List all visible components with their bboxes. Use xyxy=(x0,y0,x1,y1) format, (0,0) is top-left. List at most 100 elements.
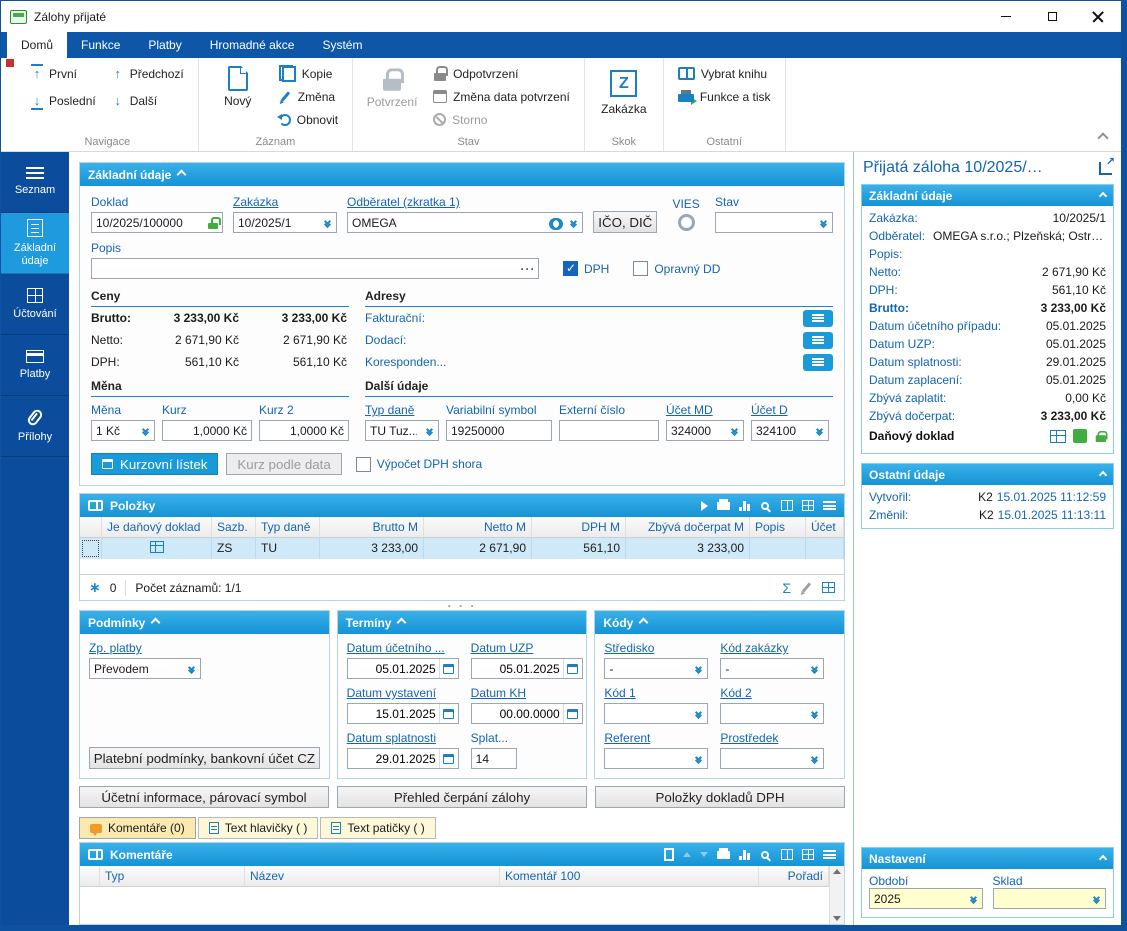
tab-platby[interactable]: Platby xyxy=(134,32,195,58)
scroll-up-icon[interactable] xyxy=(833,869,841,874)
dropdown-icon[interactable] xyxy=(806,659,823,678)
opravny-dd-checkbox-row[interactable]: Opravný DD xyxy=(633,261,720,279)
zp-platby-input[interactable] xyxy=(90,662,183,676)
kurz-podle-data-button[interactable]: Kurz podle data xyxy=(226,453,341,475)
print-icon[interactable] xyxy=(717,502,730,510)
opravny-dd-checkbox[interactable] xyxy=(633,261,648,276)
datum-splatnosti-input[interactable] xyxy=(348,752,439,766)
sum-icon[interactable]: Σ xyxy=(782,581,791,595)
kod2-input[interactable] xyxy=(721,707,806,721)
kod1-input[interactable] xyxy=(605,707,690,721)
odberatel-label[interactable]: Odběratel (zkratka 1) xyxy=(347,195,583,209)
ucetni-informace-button[interactable]: Účetní informace, párovací symbol xyxy=(79,786,329,808)
kod2-label[interactable]: Kód 2 xyxy=(720,686,824,700)
partner-link-icon[interactable] xyxy=(549,218,563,227)
mena-input[interactable] xyxy=(92,424,137,438)
storno-button[interactable]: Storno xyxy=(427,108,576,131)
datum-ucetniho-label[interactable]: Datum účetního ... xyxy=(347,641,459,655)
collapse-chevron-icon[interactable] xyxy=(1099,470,1107,478)
ucet-md-label[interactable]: Účet MD xyxy=(666,403,744,417)
column-header-komentar[interactable]: Komentář 100 xyxy=(500,866,759,887)
column-header-selector[interactable] xyxy=(80,866,100,887)
typ-dane-label[interactable]: Typ daně xyxy=(365,403,439,417)
dropdown-icon[interactable] xyxy=(421,421,438,440)
fakturacni-menu-button[interactable] xyxy=(803,310,833,327)
minimize-button[interactable] xyxy=(983,1,1029,32)
dropdown-icon[interactable] xyxy=(806,749,823,768)
collapse-chevron-icon[interactable] xyxy=(1099,191,1107,199)
dropdown-icon[interactable] xyxy=(1088,889,1105,908)
column-header-typ[interactable]: Typ xyxy=(100,866,245,887)
collapse-chevron-icon[interactable] xyxy=(1099,854,1107,862)
zakazka-button[interactable]: Z Zakázka xyxy=(593,62,655,116)
change-button[interactable]: Změna xyxy=(273,85,344,108)
move-down-icon[interactable] xyxy=(700,852,708,857)
datum-uzp-input[interactable] xyxy=(472,662,563,676)
filter-asterisk-icon[interactable]: ∗ xyxy=(89,579,101,596)
externi-cislo-input[interactable] xyxy=(560,424,658,438)
korespondencni-menu-button[interactable] xyxy=(803,354,833,371)
kod-zakazky-label[interactable]: Kód zakázky xyxy=(720,641,824,655)
popis-input[interactable] xyxy=(92,262,518,276)
zp-platby-label[interactable]: Zp. platby xyxy=(89,641,320,655)
column-header-poradi[interactable]: Pořadí xyxy=(759,866,829,887)
menu-icon[interactable] xyxy=(823,501,836,510)
tab-domu[interactable]: Domů xyxy=(7,32,67,58)
column-header-netto[interactable]: Netto M xyxy=(424,517,532,538)
kurz2-input[interactable] xyxy=(260,424,348,438)
dropdown-icon[interactable] xyxy=(319,213,336,232)
dodaci-menu-button[interactable] xyxy=(803,332,833,349)
zakazka-label[interactable]: Zakázka xyxy=(233,195,337,209)
stav-input[interactable] xyxy=(716,216,815,230)
next-button[interactable]: ↓Další xyxy=(106,89,190,112)
last-button[interactable]: ↓Poslední xyxy=(25,89,102,112)
column-header-brutto[interactable]: Brutto M xyxy=(320,517,424,538)
doklad-input[interactable] xyxy=(92,216,205,230)
dropdown-icon[interactable] xyxy=(965,889,982,908)
splat-input[interactable] xyxy=(472,752,516,766)
tab-hromadne-akce[interactable]: Hromadné akce xyxy=(196,32,309,58)
menu-icon[interactable] xyxy=(823,850,836,859)
datum-splatnosti-label[interactable]: Datum splatnosti xyxy=(347,731,459,745)
dropdown-icon[interactable] xyxy=(690,659,707,678)
search-icon[interactable] xyxy=(761,502,772,510)
column-header-ucet[interactable]: Účet xyxy=(806,517,844,538)
obdobi-input[interactable] xyxy=(870,892,965,906)
sidebar-item-prilohy[interactable]: Přílohy xyxy=(1,396,69,457)
dropdown-icon[interactable] xyxy=(815,213,832,232)
tab-text-hlavicky[interactable]: Text hlavičky ( ) xyxy=(198,817,319,839)
calendar-picker-icon[interactable] xyxy=(439,659,458,678)
chart-icon[interactable] xyxy=(739,501,752,511)
dropdown-icon[interactable] xyxy=(726,421,743,440)
collapse-chevron-icon[interactable] xyxy=(639,618,649,628)
platebni-podminky-button[interactable]: Platební podmínky, bankovní účet CZ xyxy=(89,747,320,769)
column-header-sazba[interactable]: Sazb. xyxy=(212,517,256,538)
export-table-icon[interactable] xyxy=(802,849,814,860)
sidebar-item-zakladni-udaje[interactable]: Základní údaje xyxy=(1,213,69,274)
confirm-button[interactable]: Potvrzení xyxy=(361,62,423,109)
dropdown-icon[interactable] xyxy=(565,213,582,232)
stredisko-label[interactable]: Středisko xyxy=(604,641,708,655)
previous-button[interactable]: ↑Předchozí xyxy=(106,62,190,85)
referent-label[interactable]: Referent xyxy=(604,731,708,745)
edit-table-icon[interactable] xyxy=(822,582,835,593)
scroll-down-icon[interactable] xyxy=(833,916,841,921)
ribbon-collapse-chevron[interactable] xyxy=(1097,132,1108,143)
typ-dane-input[interactable] xyxy=(366,424,421,438)
kurz-input[interactable] xyxy=(163,424,251,438)
copy-button[interactable]: Kopie xyxy=(273,62,344,85)
calendar-picker-icon[interactable] xyxy=(563,704,582,723)
tab-funkce[interactable]: Funkce xyxy=(67,32,134,58)
calendar-picker-icon[interactable] xyxy=(563,659,582,678)
collapse-chevron-icon[interactable] xyxy=(151,618,161,628)
search-icon[interactable] xyxy=(761,851,772,859)
column-header-popis[interactable]: Popis xyxy=(750,517,806,538)
dropdown-icon[interactable] xyxy=(811,421,828,440)
export-table-icon[interactable] xyxy=(802,500,814,511)
dph-checkbox[interactable] xyxy=(563,261,578,276)
edit-icon[interactable] xyxy=(802,582,811,592)
tax-document-icon[interactable] xyxy=(1050,430,1066,443)
variabilni-symbol-input[interactable] xyxy=(447,424,551,438)
vypocet-dph-checkbox[interactable] xyxy=(356,457,371,472)
ucet-d-label[interactable]: Účet D xyxy=(751,403,829,417)
